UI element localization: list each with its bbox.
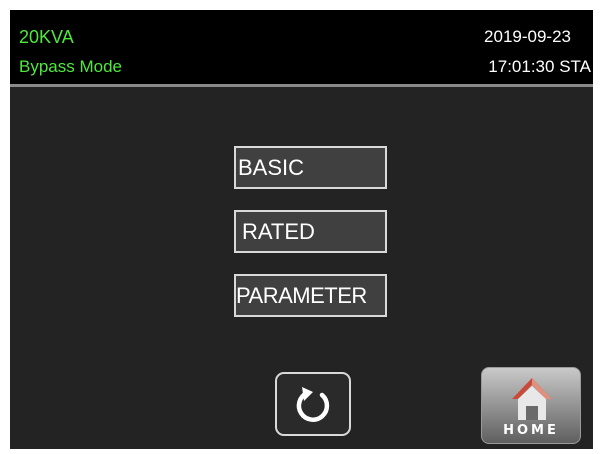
- house-icon: [512, 378, 552, 420]
- parameter-button[interactable]: PARAMETER: [234, 274, 387, 317]
- date-display: 2019-09-23: [484, 27, 571, 46]
- rotate-back-icon: [296, 387, 330, 422]
- home-button[interactable]: HOME: [481, 367, 581, 444]
- time-display: 17:01:30 STA: [488, 57, 591, 76]
- header-divider: [10, 84, 593, 87]
- home-label: HOME: [503, 423, 559, 438]
- operating-mode: Bypass Mode: [19, 57, 122, 76]
- basic-button[interactable]: BASIC: [234, 146, 387, 189]
- back-button[interactable]: [275, 372, 351, 436]
- status-header: 20KVA Bypass Mode 2019-09-23 17:01:30 ST…: [10, 10, 593, 84]
- ups-display-screen: 20KVA Bypass Mode 2019-09-23 17:01:30 ST…: [10, 10, 593, 449]
- model-rating: 20KVA: [19, 27, 74, 47]
- rated-button[interactable]: RATED: [234, 210, 387, 253]
